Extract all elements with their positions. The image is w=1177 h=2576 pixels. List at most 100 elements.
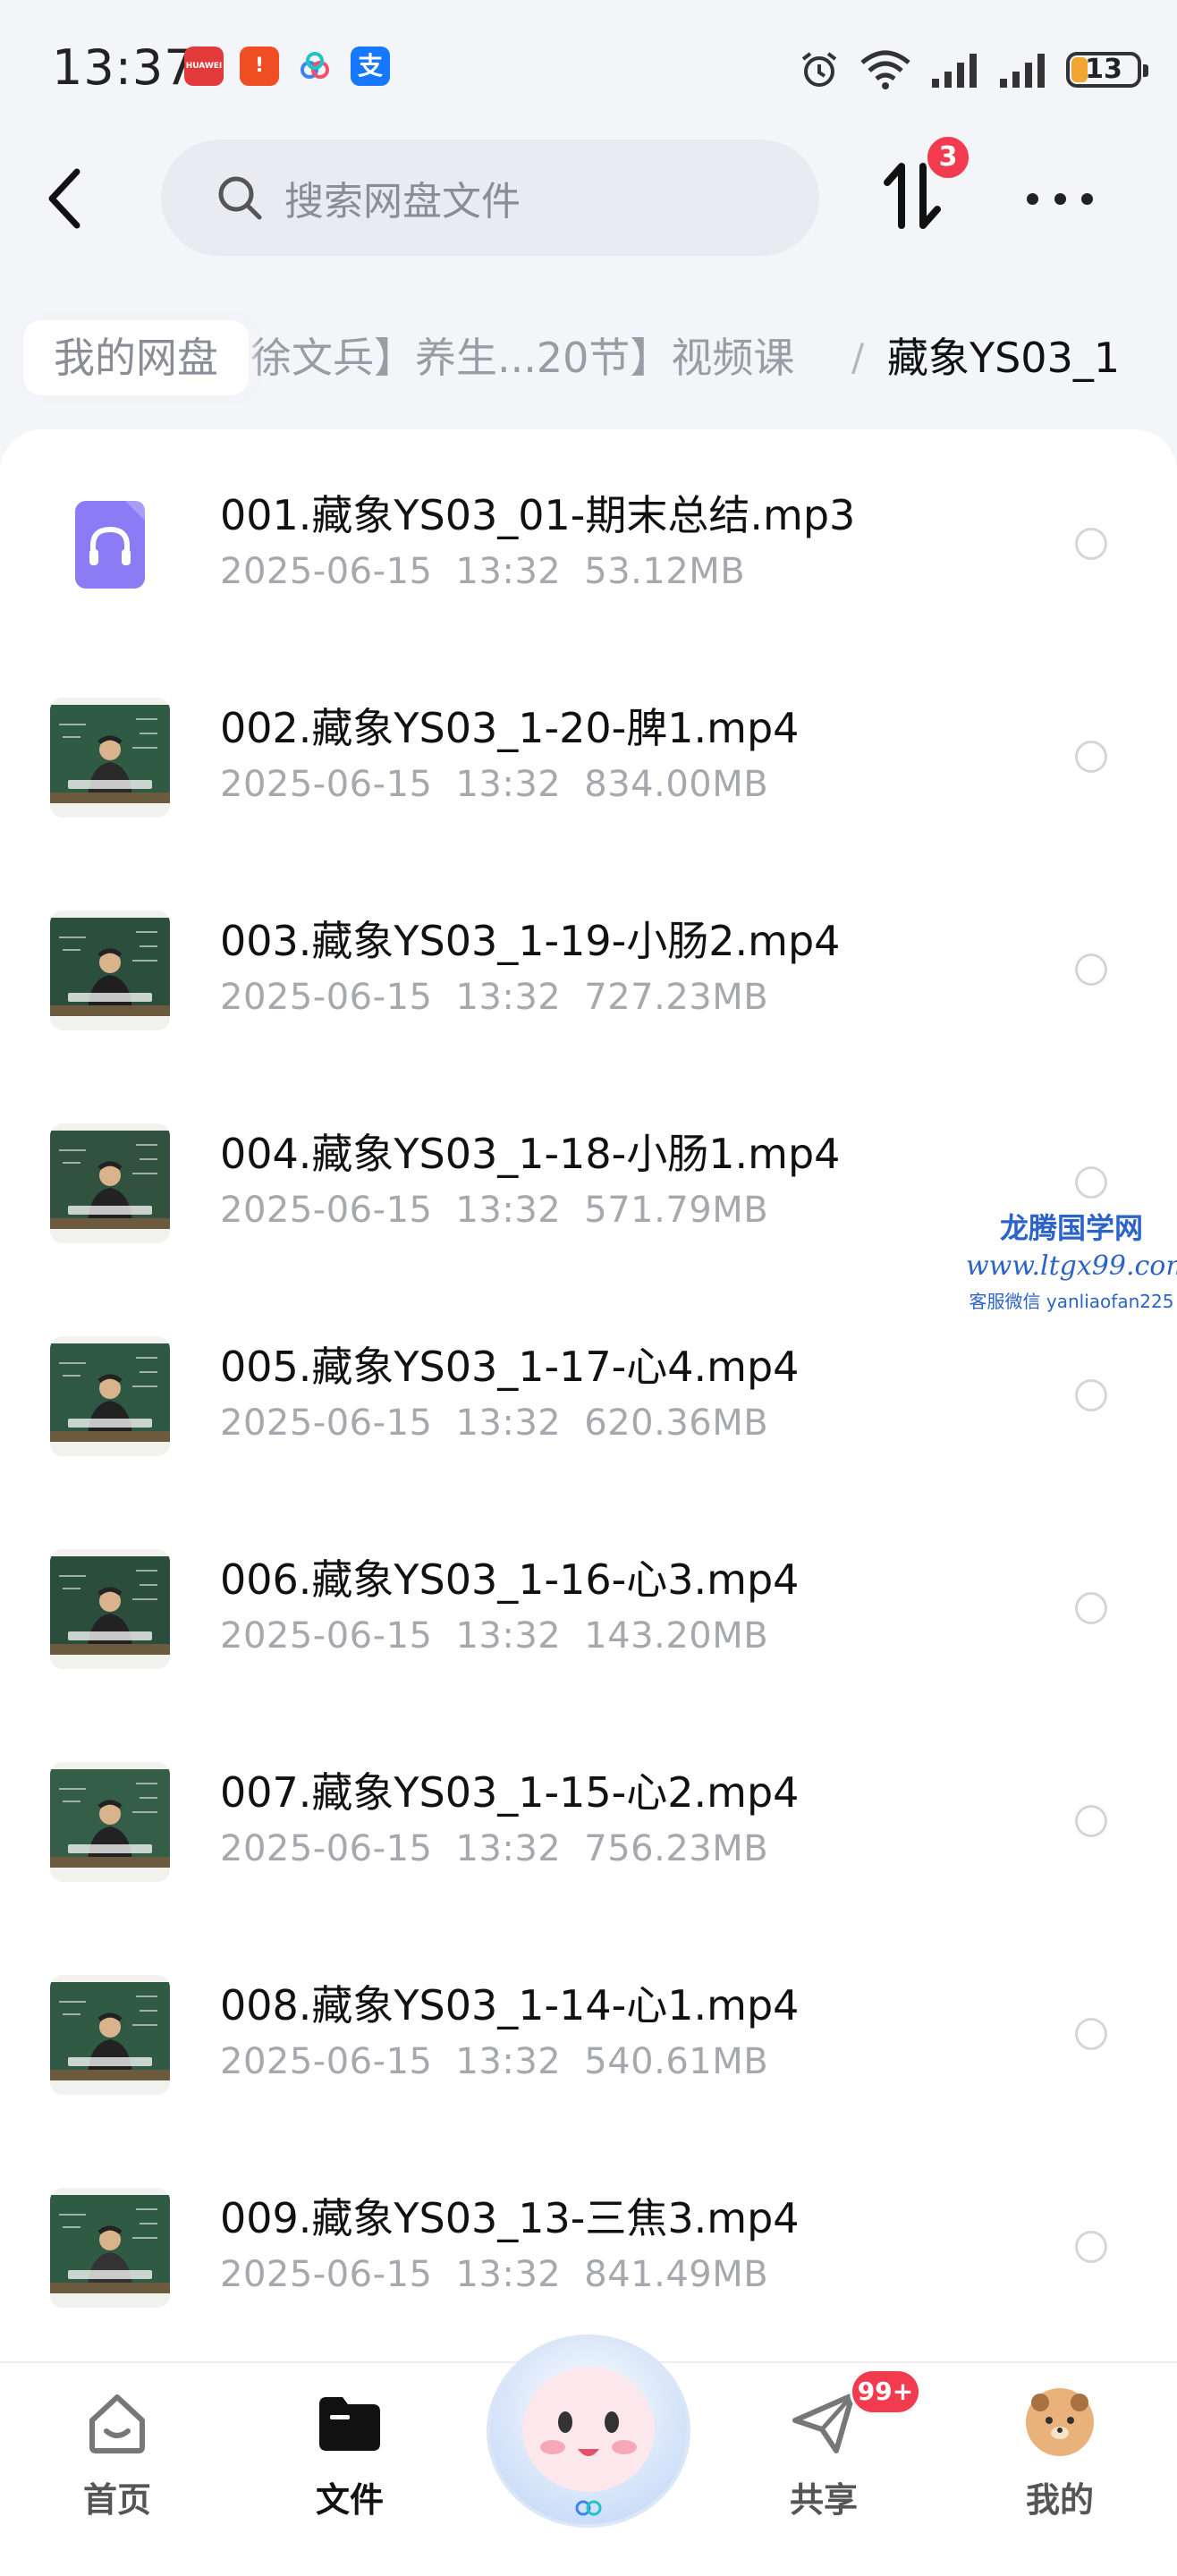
status-time: 13:37 [52, 39, 196, 96]
nav-home[interactable]: 首页 [41, 2385, 193, 2521]
share-badge: 99+ [850, 2368, 921, 2415]
transfer-badge: 3 [925, 134, 971, 181]
file-size: 756.23MB [584, 1828, 769, 1869]
video-thumbnail [50, 2188, 170, 2308]
nav-profile[interactable]: 我的 [984, 2385, 1136, 2521]
file-size: 727.23MB [584, 977, 769, 1018]
breadcrumb-separator: / [851, 335, 865, 379]
notification-app-icon: ! [240, 47, 279, 86]
select-radio[interactable] [1075, 2231, 1107, 2263]
back-button[interactable] [39, 161, 97, 236]
huawei-app-icon: HUAWEI [184, 47, 224, 86]
home-icon [89, 2394, 145, 2453]
search-icon [218, 176, 262, 220]
wifi-icon [860, 50, 910, 89]
file-name: 002.藏象YS03_1-20-脾1.mp4 [220, 704, 800, 752]
file-date: 2025-06-15 [220, 977, 433, 1018]
select-radio[interactable] [1075, 2018, 1107, 2050]
file-meta: 2025-06-15 13:32 53.12MB [220, 551, 745, 592]
watermark-url: www.ltgx99.com [966, 1250, 1177, 1282]
chevron-left-icon [48, 168, 80, 229]
file-time: 13:32 [455, 551, 562, 592]
file-name: 003.藏象YS03_1-19-小肠2.mp4 [220, 917, 841, 965]
signal-icon [932, 54, 977, 88]
alipay-icon: 支 [351, 47, 390, 86]
file-row[interactable]: 001.藏象YS03_01-期末总结.mp3 2025-06-15 13:32 53.… [0, 449, 1177, 662]
file-row[interactable]: 008.藏象YS03_1-14-心1.mp4 2025-06-15 13:32 540… [0, 1939, 1177, 2152]
nav-share-label: 共享 [789, 2480, 858, 2520]
more-dot-icon [1054, 192, 1066, 205]
file-date: 2025-06-15 [220, 1615, 433, 1657]
file-time: 13:32 [455, 764, 562, 805]
file-date: 2025-06-15 [220, 551, 433, 592]
more-options-button[interactable] [1027, 179, 1093, 218]
select-radio[interactable] [1075, 1592, 1107, 1624]
file-date: 2025-06-15 [220, 1190, 433, 1231]
battery-icon: 13 [1066, 52, 1148, 88]
file-row[interactable]: 002.藏象YS03_1-20-脾1.mp4 2025-06-15 13:32 834… [0, 662, 1177, 875]
file-name: 006.藏象YS03_1-16-心3.mp4 [220, 1555, 800, 1604]
search-input[interactable]: 搜索网盘文件 [161, 140, 819, 256]
file-date: 2025-06-15 [220, 2041, 433, 2082]
video-thumbnail [50, 1336, 170, 1456]
file-meta: 2025-06-15 13:32 841.49MB [220, 2254, 768, 2295]
video-thumbnail [50, 698, 170, 818]
file-meta: 2025-06-15 13:32 620.36MB [220, 1402, 768, 1444]
select-radio[interactable] [1075, 1379, 1107, 1411]
video-thumbnail [50, 1123, 170, 1243]
video-thumbnail [50, 1762, 170, 1882]
file-list: 001.藏象YS03_01-期末总结.mp3 2025-06-15 13:32 53.… [0, 429, 1177, 2576]
select-radio[interactable] [1075, 528, 1107, 560]
video-thumbnail [50, 1975, 170, 2095]
alarm-icon [801, 52, 837, 87]
video-thumbnail [50, 1549, 170, 1669]
status-bar: 13:37 HUAWEI ! 支 13 [0, 0, 1177, 143]
file-date: 2025-06-15 [220, 764, 433, 805]
file-name: 004.藏象YS03_1-18-小肠1.mp4 [220, 1130, 841, 1178]
file-time: 13:32 [455, 1190, 562, 1231]
more-dot-icon [1081, 192, 1093, 205]
nav-home-label: 首页 [82, 2480, 151, 2520]
select-radio[interactable] [1075, 1805, 1107, 1837]
file-row[interactable]: 003.藏象YS03_1-19-小肠2.mp4 2025-06-15 13:32 72… [0, 875, 1177, 1088]
nav-files[interactable]: 文件 [274, 2385, 426, 2521]
file-size: 571.79MB [584, 1190, 769, 1231]
file-meta: 2025-06-15 13:32 540.61MB [220, 2041, 768, 2082]
file-row[interactable]: 006.藏象YS03_1-16-心3.mp4 2025-06-15 13:32 143… [0, 1513, 1177, 1726]
file-row[interactable]: 007.藏象YS03_1-15-心2.mp4 2025-06-15 13:32 756… [0, 1726, 1177, 1939]
file-meta: 2025-06-15 13:32 143.20MB [220, 1615, 768, 1657]
watermark-title: 龙腾国学网 [999, 1211, 1143, 1245]
file-time: 13:32 [455, 1402, 562, 1444]
file-meta: 2025-06-15 13:32 756.23MB [220, 1828, 768, 1869]
search-placeholder: 搜索网盘文件 [284, 179, 521, 225]
file-time: 13:32 [455, 1615, 562, 1657]
file-meta: 2025-06-15 13:32 727.23MB [220, 977, 768, 1018]
nav-files-label: 文件 [315, 2480, 384, 2520]
profile-avatar-icon [1026, 2388, 1094, 2456]
select-radio[interactable] [1075, 741, 1107, 773]
breadcrumb: 我的网盘 徐文兵】养生...20节】视频课 / 藏象YS03_1 [0, 313, 1177, 402]
file-date: 2025-06-15 [220, 2254, 433, 2295]
battery-level: 13 [1085, 54, 1122, 85]
file-name: 005.藏象YS03_1-17-心4.mp4 [220, 1343, 800, 1391]
breadcrumb-root[interactable]: 我的网盘 [23, 320, 249, 395]
signal-icon-2 [1000, 54, 1045, 88]
mascot-ai-button[interactable] [472, 2297, 705, 2533]
file-size: 53.12MB [584, 551, 746, 592]
select-radio[interactable] [1075, 1166, 1107, 1199]
select-radio[interactable] [1075, 953, 1107, 986]
folder-icon [319, 2397, 380, 2451]
file-time: 13:32 [455, 2041, 562, 2082]
file-row[interactable]: 005.藏象YS03_1-17-心4.mp4 2025-06-15 13:32 620… [0, 1301, 1177, 1513]
file-date: 2025-06-15 [220, 1402, 433, 1444]
file-date: 2025-06-15 [220, 1828, 433, 1869]
system-icons: 13 [798, 43, 1148, 97]
file-size: 540.61MB [584, 2041, 769, 2082]
breadcrumb-parent[interactable]: 徐文兵】养生...20节】视频课 [250, 320, 794, 395]
file-name: 008.藏象YS03_1-14-心1.mp4 [220, 1981, 800, 2029]
more-dot-icon [1027, 192, 1038, 205]
file-time: 13:32 [455, 977, 562, 1018]
audio-file-icon [50, 485, 170, 605]
file-name: 001.藏象YS03_01-期末总结.mp3 [220, 491, 856, 539]
file-meta: 2025-06-15 13:32 834.00MB [220, 764, 768, 805]
